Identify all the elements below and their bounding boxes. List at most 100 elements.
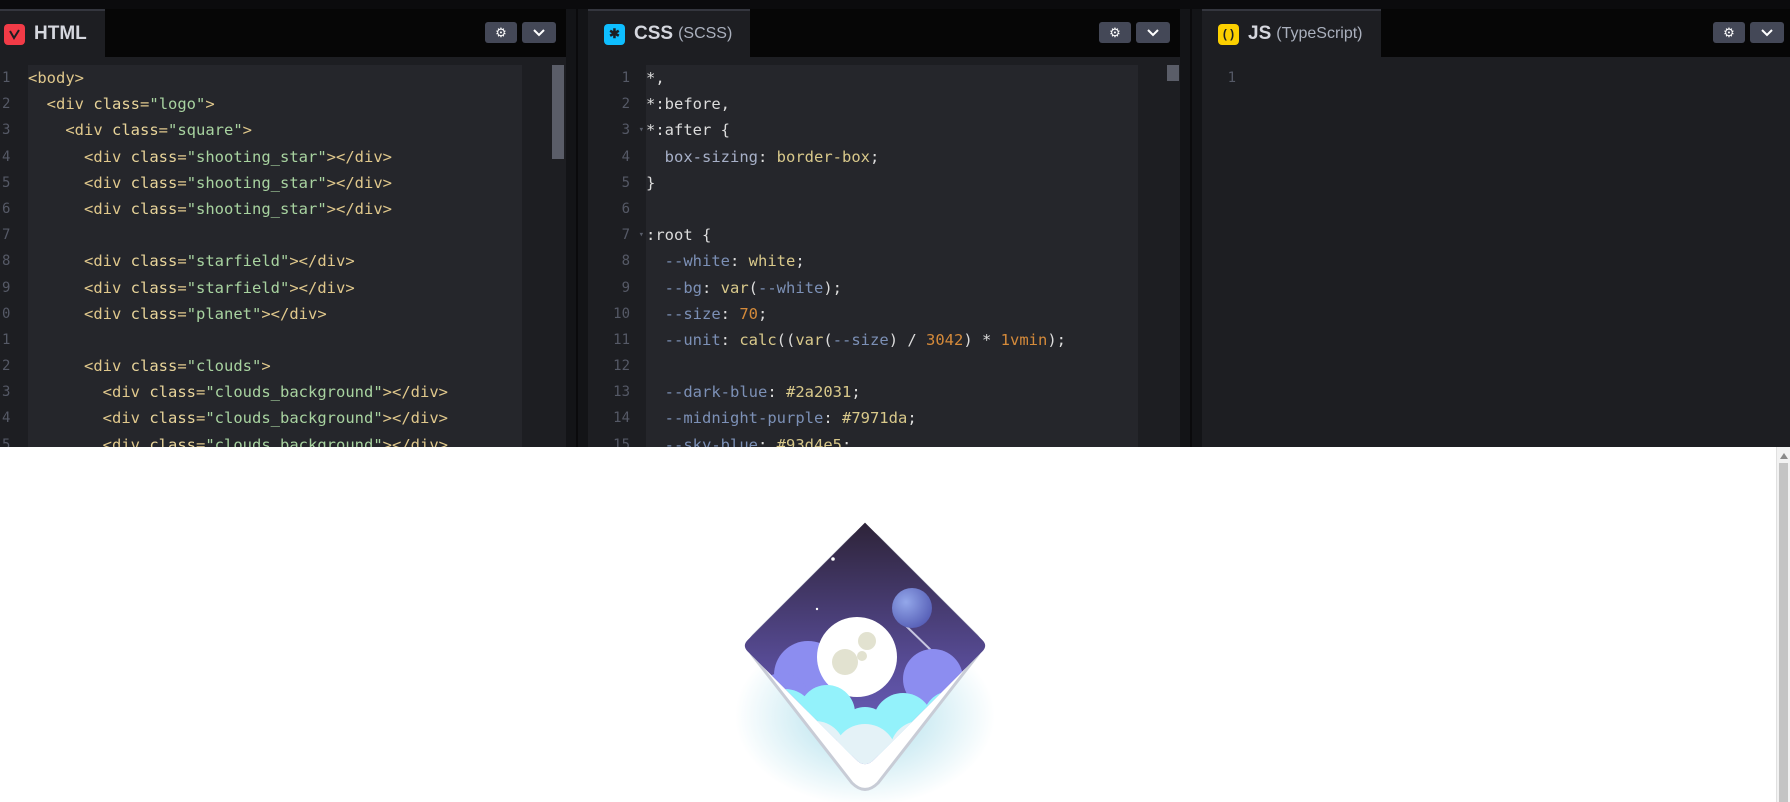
code-line[interactable]: <div class="shooting_star"></div> <box>28 196 522 222</box>
code-line[interactable]: *:before, <box>646 91 1138 117</box>
code-token: class <box>93 95 141 114</box>
code-line[interactable]: *:after { <box>646 117 1138 143</box>
html-scroll-thumb[interactable] <box>552 65 564 159</box>
parentheses-icon: ( ) <box>1218 23 1239 45</box>
code-token: "square" <box>168 121 243 140</box>
code-token: ); <box>823 278 843 297</box>
fold-arrow-icon[interactable]: ▾ <box>639 117 644 143</box>
css-editor[interactable]: 1 2 3 ▾ 4 5 6 7 ▾ 8 9 10 11 12 13 14 15 *, *:before, *:aft… <box>588 57 1180 447</box>
css-tab[interactable]: ✱ CSS (SCSS) <box>588 9 751 57</box>
line-number: 2 <box>621 96 630 113</box>
gear-icon: ⚙ <box>495 24 507 40</box>
code-line[interactable]: <div class="starfield"></div> <box>28 275 522 301</box>
code-line[interactable]: *, <box>646 65 1138 91</box>
code-line[interactable]: <div class="shooting_star"></div> <box>28 170 522 196</box>
code-line[interactable]: <div class="square"> <box>28 117 522 143</box>
code-line[interactable]: ​ <box>646 196 1138 222</box>
line-number: 8 <box>621 253 630 270</box>
code-line[interactable]: --sky-blue: #93d4e5; <box>646 432 1138 447</box>
js-settings-button[interactable]: ⚙ <box>1713 22 1745 43</box>
code-line[interactable]: <div class="logo"> <box>28 91 522 117</box>
html-tab-title: HTML <box>34 23 87 44</box>
preview-scroll-thumb[interactable] <box>1779 463 1788 802</box>
chevron-down-icon <box>1761 25 1773 40</box>
code-token: "shooting_star" <box>186 147 327 166</box>
code-line[interactable]: <div class="clouds_background"></div> <box>28 379 522 405</box>
line-number: 10 <box>613 305 630 322</box>
code-token: ></div> <box>289 252 355 271</box>
html-code[interactable]: <body> <div class="logo"> <div class="sq… <box>28 65 522 447</box>
code-token: <div <box>102 409 150 428</box>
code-line[interactable]: --size: 70; <box>646 301 1138 327</box>
html-settings-button[interactable]: ⚙ <box>485 22 517 43</box>
js-tab[interactable]: ( ) JS (TypeScript) <box>1202 9 1381 57</box>
line-number: 3▾ <box>588 117 644 143</box>
code-token: "shooting_star" <box>186 173 327 192</box>
code-token: --size <box>664 304 721 323</box>
js-tab-subtitle: (TypeScript) <box>1276 25 1363 42</box>
code-line[interactable]: --bg: var(--white); <box>646 275 1138 301</box>
code-token: class <box>149 383 196 402</box>
line-number: 15 <box>613 436 630 447</box>
code-line[interactable]: ​ <box>28 327 522 353</box>
html-editor[interactable]: 12▾3▾456789012▾345 <body> <div class="lo… <box>0 57 566 447</box>
fold-arrow-icon[interactable]: ▾ <box>639 222 644 248</box>
code-token: ></div> <box>326 147 392 166</box>
code-token: box-sizing <box>664 147 758 166</box>
preview-scrollbar[interactable] <box>1776 447 1790 802</box>
code-line[interactable]: --dark-blue: #2a2031; <box>646 379 1138 405</box>
pane-resizer[interactable] <box>566 9 588 447</box>
css-settings-button[interactable]: ⚙ <box>1099 22 1131 43</box>
code-token: ></div> <box>326 173 392 192</box>
code-line[interactable]: --midnight-purple: #7971da; <box>646 405 1138 431</box>
code-line[interactable]: <div class="planet"></div> <box>28 301 522 327</box>
code-line[interactable]: <div class="clouds_background"></div> <box>28 405 522 431</box>
code-token: class <box>130 147 178 166</box>
code-token: ; <box>851 383 861 402</box>
js-panel: ( ) JS (TypeScript) ⚙ 1 <box>1202 9 1790 447</box>
html-icon <box>4 23 25 45</box>
preview-pane <box>0 447 1790 802</box>
code-line[interactable]: <div class="clouds"> <box>28 353 522 379</box>
css-scrollbar[interactable] <box>1167 65 1179 447</box>
code-token: "clouds background" <box>205 435 383 447</box>
html-collapse-button[interactable] <box>522 22 556 43</box>
code-line[interactable]: :root { <box>646 222 1138 248</box>
css-scroll-thumb[interactable] <box>1167 65 1179 81</box>
line-number: 6 <box>2 200 11 217</box>
css-code[interactable]: *, *:before, *:after { box-sizing: border-… <box>646 65 1138 447</box>
code-line[interactable]: <div class="clouds background"></div> <box>28 432 522 447</box>
code-token: "clouds_background" <box>205 409 383 428</box>
code-token: <div <box>65 121 112 140</box>
code-token: <div <box>84 173 131 192</box>
code-token: = <box>158 121 169 140</box>
html-tab[interactable]: HTML <box>0 9 105 57</box>
code-token: : <box>702 278 721 297</box>
code-line[interactable]: } <box>646 170 1138 196</box>
code-line[interactable]: <body> <box>28 65 522 91</box>
code-token: ( <box>748 278 759 297</box>
code-token: = <box>196 435 206 447</box>
html-scrollbar[interactable] <box>552 65 564 447</box>
css-collapse-button[interactable] <box>1136 22 1170 43</box>
pane-resizer[interactable] <box>1180 9 1202 447</box>
code-line[interactable]: ​ <box>28 222 522 248</box>
scroll-up-icon[interactable] <box>1780 453 1788 459</box>
code-token: --dark-blue <box>664 383 768 402</box>
code-token: : <box>767 383 786 402</box>
code-token: ; <box>842 435 852 447</box>
line-number: 13 <box>613 384 630 401</box>
js-collapse-button[interactable] <box>1750 22 1784 43</box>
code-line[interactable]: ​ <box>646 353 1138 379</box>
js-editor[interactable]: 1 <box>1202 57 1790 447</box>
code-line[interactable]: box-sizing: border-box; <box>646 144 1138 170</box>
code-token: class <box>130 173 178 192</box>
line-number: 4 <box>2 410 11 427</box>
moon-crater <box>858 632 876 650</box>
code-token: <div <box>84 357 131 376</box>
code-token: <div <box>46 95 94 114</box>
code-line[interactable]: <div class="starfield"></div> <box>28 248 522 274</box>
code-line[interactable]: --unit: calc((var(--size) / 3042) * 1vmi… <box>646 327 1138 353</box>
code-line[interactable]: <div class="shooting_star"></div> <box>28 144 522 170</box>
code-line[interactable]: --white: white; <box>646 248 1138 274</box>
